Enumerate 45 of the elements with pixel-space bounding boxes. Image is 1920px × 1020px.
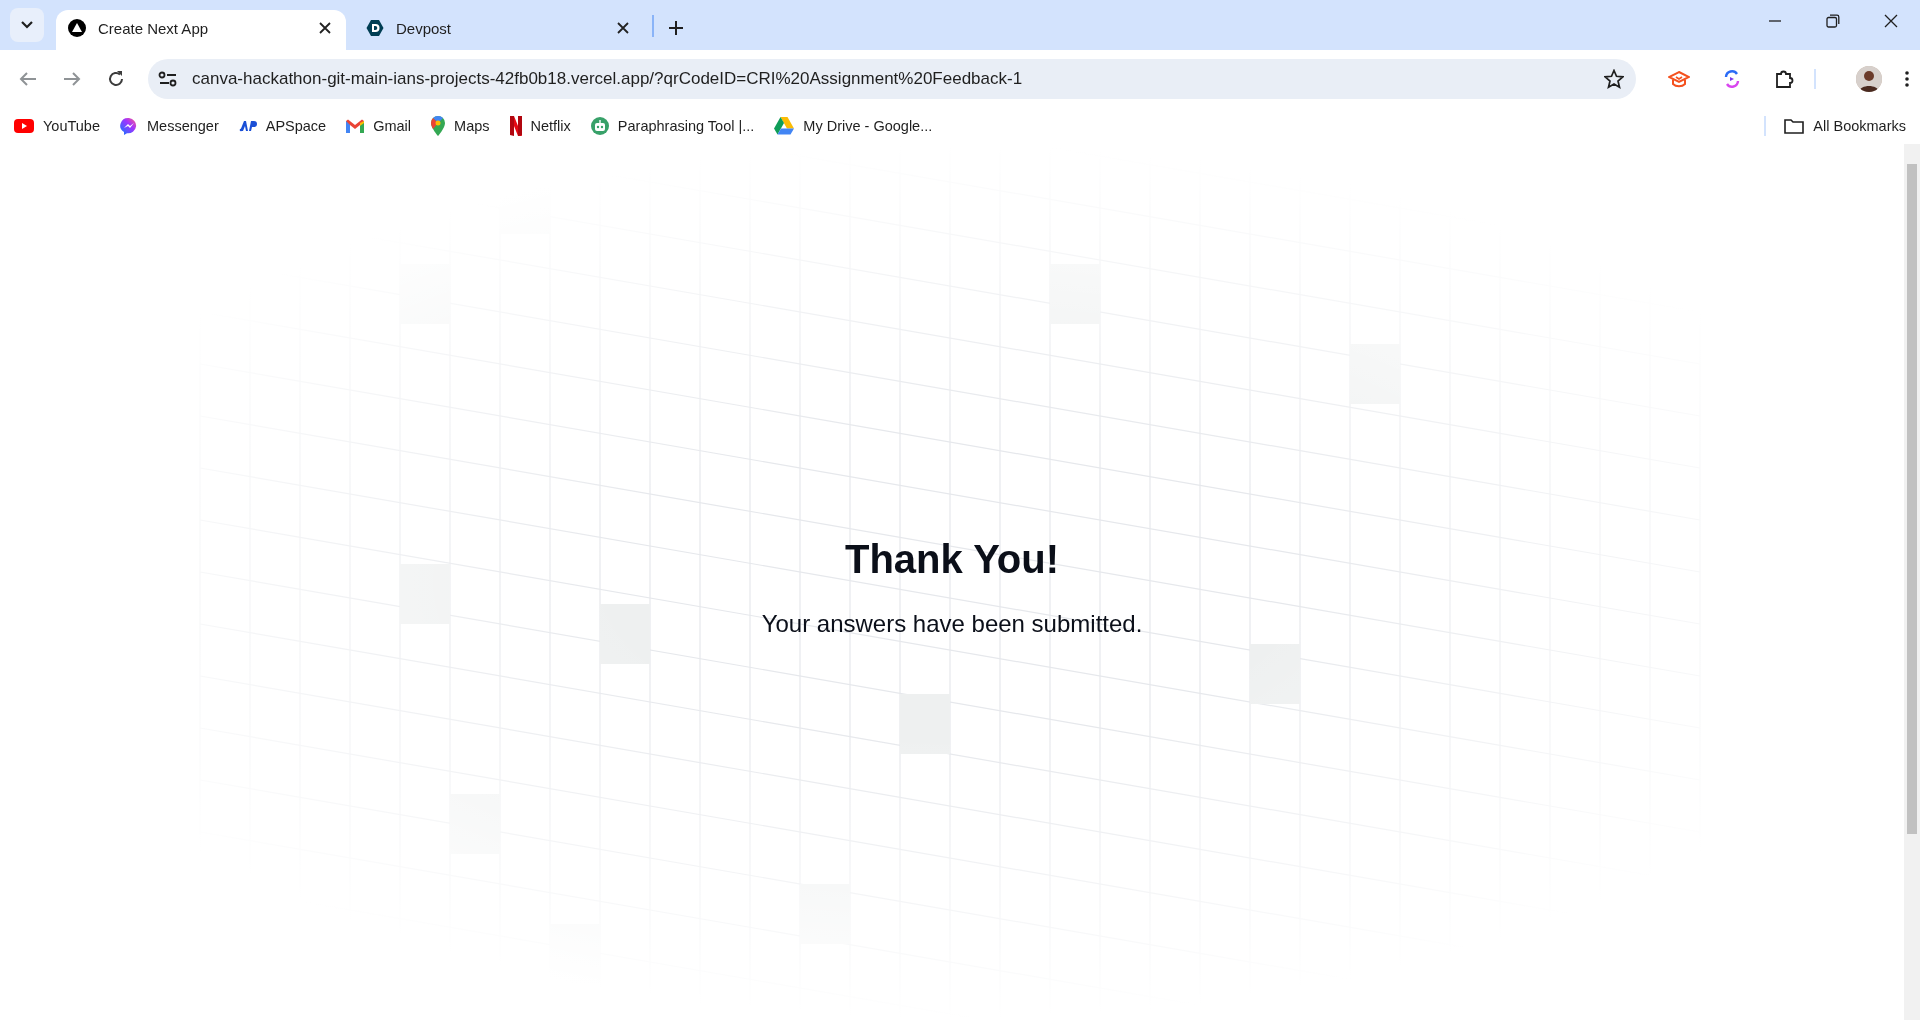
star-icon[interactable]: [1604, 69, 1624, 89]
bookmark-link[interactable]: Gmail: [346, 118, 412, 134]
close-icon[interactable]: [318, 21, 332, 35]
bookmark-link[interactable]: YouTube: [14, 118, 100, 134]
new-tab-icon[interactable]: [668, 20, 684, 36]
bookmark-link[interactable]: Maps: [431, 116, 490, 136]
chat-bubble-logo-icon: [120, 117, 138, 135]
thank-you-heading: Thank You!: [844, 536, 1060, 582]
chevron-down-icon: [20, 20, 34, 30]
reload-icon[interactable]: [107, 70, 125, 88]
bookmark-link[interactable]: Paraphrasing Tool |...: [590, 117, 755, 135]
envelope-m-logo-icon: [346, 119, 365, 133]
bookmark-link[interactable]: My Drive - Google...: [774, 117, 933, 135]
graduation-cap-icon[interactable]: [1668, 70, 1690, 88]
bookmark-link[interactable]: Messenger: [120, 117, 219, 135]
close-icon[interactable]: [616, 21, 630, 35]
url-text: canva-hackathon-git-main-ians-projects-42fb0b18.vercel.app/?qrCodeID=CRI%20Assignment%20Feedback-1: [192, 69, 1024, 89]
robot-logo-icon: [590, 117, 609, 135]
map-pin-icon: [431, 116, 446, 136]
puzzle-piece-icon[interactable]: [1774, 69, 1794, 89]
scrollbar[interactable]: [1904, 144, 1920, 1020]
forward-arrow-icon[interactable]: [63, 71, 81, 87]
submitted-message: Your answers have been submitted.: [761, 609, 1143, 638]
browser-tab[interactable]: Create Next App: [56, 10, 346, 50]
close-icon[interactable]: [1884, 14, 1898, 28]
triangle-drive-logo-icon: [774, 117, 795, 135]
bookmark-link[interactable]: Netflix: [509, 116, 571, 136]
restore-icon[interactable]: [1826, 14, 1840, 28]
hexagon-logo-icon: [366, 19, 384, 37]
address-bar[interactable]: canva-hackathon-git-main-ians-projects-42fb0b18.vercel.app/?qrCodeID=CRI%20Assignment%20Feedback-1: [148, 59, 1636, 99]
back-arrow-icon[interactable]: [19, 71, 37, 87]
ribbon-logo-icon: [509, 116, 522, 136]
scrollbar-thumb[interactable]: [1907, 164, 1917, 834]
all-bookmarks-button[interactable]: All Bookmarks: [1784, 118, 1906, 134]
tab-list-button[interactable]: [10, 8, 44, 42]
swirl-extension-icon[interactable]: [1722, 69, 1742, 89]
browser-tab[interactable]: Devpost: [354, 10, 644, 50]
site-settings-icon[interactable]: [158, 70, 178, 88]
menu-icon[interactable]: [1904, 70, 1910, 88]
folder-icon: [1784, 118, 1805, 134]
ap-logo-icon: [238, 120, 257, 132]
bookmark-link[interactable]: APSpace: [238, 118, 327, 134]
play-logo-icon: [14, 119, 34, 133]
triangle-logo-icon: [68, 19, 86, 37]
profile-avatar[interactable]: [1856, 66, 1882, 92]
